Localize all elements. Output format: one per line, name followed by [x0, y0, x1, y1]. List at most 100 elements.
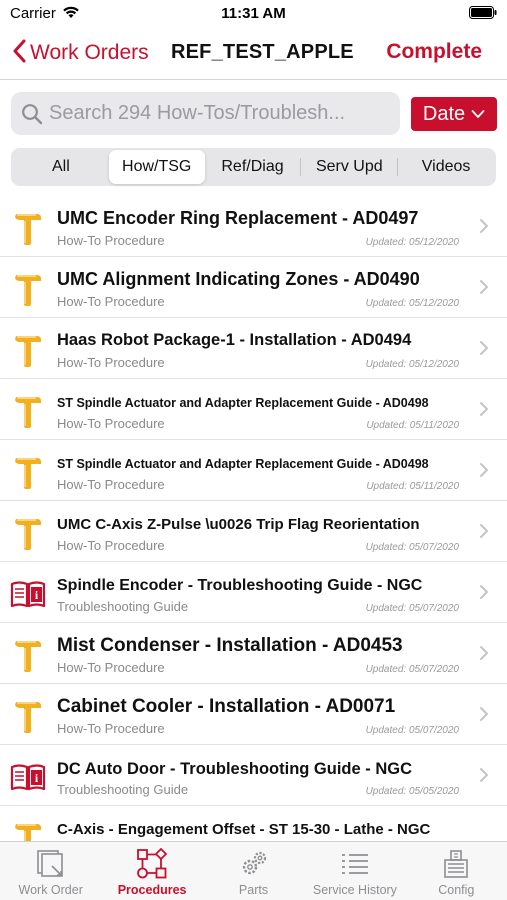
search-row: Date — [0, 80, 507, 144]
item-subtitle: How-To Procedure — [57, 538, 165, 553]
hammer-icon — [10, 210, 46, 246]
battery-icon — [469, 6, 497, 24]
config-icon — [440, 848, 472, 880]
chevron-right-icon — [479, 218, 489, 239]
back-button[interactable]: Work Orders — [12, 37, 149, 69]
item-title: Haas Robot Package-1 - Installation - AD… — [57, 331, 412, 349]
category-segmented-control: All How/TSG Ref/Diag Serv Upd Videos — [11, 148, 496, 186]
segment-label: Videos — [421, 158, 471, 175]
list-icon — [339, 848, 371, 880]
status-bar: Carrier 11:31 AM — [0, 0, 507, 28]
back-button-label: Work Orders — [30, 41, 149, 64]
tab-service-history[interactable]: Service History — [304, 842, 405, 900]
item-updated-date: Updated: 05/07/2020 — [365, 603, 459, 614]
segment-ref-diag[interactable]: Ref/Diag — [205, 150, 301, 184]
tab-label: Parts — [238, 883, 269, 897]
item-title: Cabinet Cooler - Installation - AD0071 — [57, 696, 396, 717]
item-subtitle: How-To Procedure — [57, 477, 165, 492]
list-item[interactable]: Cabinet Cooler - Installation - AD0071 H… — [0, 684, 507, 745]
chevron-right-icon — [479, 279, 489, 300]
item-updated-date: Updated: 05/05/2020 — [365, 786, 459, 797]
item-title: UMC Encoder Ring Replacement - AD0497 — [57, 208, 419, 228]
search-icon — [21, 103, 43, 125]
complete-button[interactable]: Complete — [386, 40, 482, 64]
list-item[interactable]: i DC Auto Door - Troubleshooting Guide -… — [0, 745, 507, 806]
chevron-right-icon — [479, 584, 489, 605]
navigation-bar: Work Orders REF_TEST_APPLE Complete — [0, 28, 507, 80]
list-item[interactable]: ST Spindle Actuator and Adapter Replacem… — [0, 440, 507, 501]
list-item[interactable]: Mist Condenser - Installation - AD0453 H… — [0, 623, 507, 684]
tab-label: Service History — [312, 883, 397, 897]
chevron-right-icon — [479, 645, 489, 666]
item-title: Mist Condenser - Installation - AD0453 — [57, 635, 403, 656]
hammer-icon — [10, 820, 46, 841]
page-title: REF_TEST_APPLE — [171, 41, 354, 63]
gears-icon — [238, 848, 270, 880]
list-item[interactable]: Haas Robot Package-1 - Installation - AD… — [0, 318, 507, 379]
chevron-right-icon — [479, 706, 489, 727]
chevron-right-icon — [479, 340, 489, 361]
chevron-right-icon — [479, 523, 489, 544]
item-title: ST Spindle Actuator and Adapter Replacem… — [57, 396, 429, 410]
chevron-right-icon — [479, 767, 489, 788]
item-title: UMC C-Axis Z-Pulse \u0026 Trip Flag Reor… — [57, 516, 420, 533]
sort-date-button[interactable]: Date — [411, 97, 497, 131]
item-subtitle: How-To Procedure — [57, 416, 165, 431]
tab-label: Config — [438, 883, 475, 897]
tab-label: Procedures — [117, 883, 187, 897]
item-updated-date: Updated: 05/07/2020 — [365, 664, 459, 675]
segment-label: How/TSG — [122, 158, 192, 175]
chevron-right-icon — [479, 462, 489, 483]
tab-label: Work Order — [18, 883, 83, 897]
item-title: UMC Alignment Indicating Zones - AD0490 — [57, 269, 420, 289]
hammer-icon — [10, 698, 46, 734]
item-subtitle: Troubleshooting Guide — [57, 782, 189, 797]
tab-config[interactable]: Config — [406, 842, 507, 900]
search-bar[interactable] — [11, 92, 400, 135]
segment-label: Ref/Diag — [221, 158, 284, 175]
segment-videos[interactable]: Videos — [398, 150, 494, 184]
search-input[interactable] — [49, 102, 389, 125]
hammer-icon — [10, 393, 46, 429]
list-item[interactable]: i Spindle Encoder - Troubleshooting Guid… — [0, 562, 507, 623]
sort-button-label: Date — [422, 102, 466, 125]
tab-procedures[interactable]: Procedures — [101, 842, 202, 900]
list-item[interactable]: UMC C-Axis Z-Pulse \u0026 Trip Flag Reor… — [0, 501, 507, 562]
item-subtitle: How-To Procedure — [57, 233, 165, 248]
list-item[interactable]: UMC Encoder Ring Replacement - AD0497 Ho… — [0, 196, 507, 257]
tab-parts[interactable]: Parts — [203, 842, 304, 900]
item-title: ST Spindle Actuator and Adapter Replacem… — [57, 457, 429, 471]
chevron-left-icon — [12, 39, 26, 68]
book-info-icon: i — [10, 759, 46, 795]
hammer-icon — [10, 454, 46, 490]
tab-bar: Work Order Procedures Parts Service Hist… — [0, 841, 507, 900]
item-updated-date: Updated: 05/12/2020 — [365, 359, 459, 370]
segment-label: All — [52, 158, 70, 175]
item-title: DC Auto Door - Troubleshooting Guide - N… — [57, 760, 413, 778]
item-updated-date: Updated: 05/11/2020 — [366, 481, 459, 492]
chevron-right-icon — [479, 401, 489, 422]
item-subtitle: Troubleshooting Guide — [57, 599, 189, 614]
segment-label: Serv Upd — [315, 158, 383, 175]
item-updated-date: Updated: 05/07/2020 — [365, 542, 459, 553]
chevron-down-icon — [471, 109, 485, 119]
item-updated-date: Updated: 05/07/2020 — [365, 725, 459, 736]
item-updated-date: Updated: 05/11/2020 — [366, 420, 459, 431]
segment-serv-upd[interactable]: Serv Upd — [301, 150, 397, 184]
item-title: Spindle Encoder - Troubleshooting Guide … — [57, 577, 423, 594]
procedure-list: UMC Encoder Ring Replacement - AD0497 Ho… — [0, 196, 507, 841]
hammer-icon — [10, 332, 46, 368]
list-item[interactable]: UMC Alignment Indicating Zones - AD0490 … — [0, 257, 507, 318]
hammer-icon — [10, 271, 46, 307]
item-subtitle: How-To Procedure — [57, 294, 165, 309]
segment-how-tsg[interactable]: How/TSG — [108, 150, 205, 184]
item-updated-date: Updated: 05/12/2020 — [365, 237, 459, 248]
clock-time: 11:31 AM — [221, 5, 286, 22]
item-updated-date: Updated: 05/12/2020 — [365, 298, 459, 309]
tab-work-order[interactable]: Work Order — [0, 842, 101, 900]
list-item[interactable]: ST Spindle Actuator and Adapter Replacem… — [0, 379, 507, 440]
hammer-icon — [10, 637, 46, 673]
segment-all[interactable]: All — [13, 150, 109, 184]
item-subtitle: How-To Procedure — [57, 660, 165, 675]
list-item[interactable]: C-Axis - Engagement Offset - ST 15-30 - … — [0, 806, 507, 841]
